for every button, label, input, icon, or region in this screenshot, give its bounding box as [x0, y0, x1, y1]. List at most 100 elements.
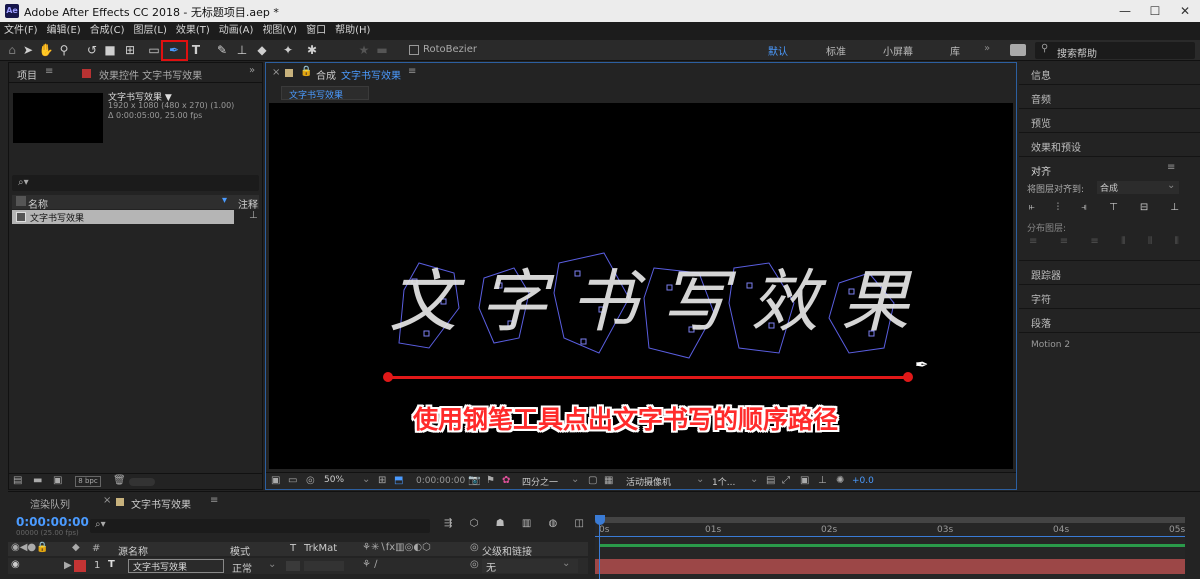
pan-behind-tool-icon[interactable]: ⊞ [122, 42, 138, 58]
zoom-dropdown[interactable]: 50% [324, 475, 344, 485]
preserve-transparency-box[interactable] [286, 561, 300, 571]
menu-effect[interactable]: 效果(T) [176, 22, 210, 40]
time-ruler-area[interactable]: 0s 01s 02s 03s 04s 05s [595, 515, 1185, 579]
trash-icon[interactable]: 🗑 [113, 475, 126, 486]
type-tool-icon[interactable]: T [188, 42, 204, 58]
views-chevron-icon[interactable]: ⌄ [750, 474, 758, 485]
layer-mode[interactable]: 正常 [232, 560, 252, 575]
timeline-menu-icon[interactable]: ≡ [210, 495, 218, 506]
hand-tool-icon[interactable]: ✋ [38, 42, 54, 58]
playhead-handle[interactable] [595, 515, 605, 525]
column-trkmat[interactable]: TrkMat [304, 543, 337, 554]
monitor-icon[interactable]: ▭ [288, 475, 297, 486]
timeline-search-input[interactable]: ⌕▾ [90, 519, 430, 533]
menu-layer[interactable]: 图层(L) [133, 22, 166, 40]
close-timeline-tab-icon[interactable]: × [103, 495, 111, 506]
brush-tool-icon[interactable]: ✎ [214, 42, 230, 58]
views-dropdown[interactable]: 1个... [712, 475, 735, 488]
camera-tool-icon[interactable]: ■ [102, 42, 118, 58]
layer-row[interactable]: ◉ ▶ 1 T 文字书写效果 正常 ⌄ ⚘ ∕ ◎ 无 ⌄ [8, 558, 588, 575]
distribute-top-icon[interactable]: ≡ [1029, 236, 1037, 250]
motion-blur-icon[interactable]: ◍ [549, 518, 558, 532]
fit-icon[interactable]: ⊞ [378, 475, 386, 486]
frame-blending-icon[interactable]: ▥ [522, 518, 531, 532]
minimize-icon[interactable]: — [1110, 0, 1140, 22]
lock-icon[interactable]: 🔒 [300, 66, 312, 77]
region-of-interest-icon[interactable]: ▢ [588, 475, 597, 486]
workspace-standard[interactable]: 标准 [826, 43, 846, 58]
sort-arrow-icon[interactable]: ▾ [222, 195, 227, 206]
workspace-library[interactable]: 库 [950, 43, 960, 58]
search-help-box[interactable]: ⚲ 搜索帮助 [1035, 42, 1195, 60]
work-area-bar[interactable] [595, 517, 1185, 523]
rotobezier-checkbox[interactable] [409, 45, 419, 55]
menu-edit[interactable]: 编辑(E) [47, 22, 81, 40]
resolution-chevron-icon[interactable]: ⌄ [571, 474, 579, 485]
rotate-tool-icon[interactable]: ↺ [84, 42, 100, 58]
resolution-dropdown[interactable]: 四分之一 [522, 475, 558, 488]
column-mode[interactable]: 模式 [230, 543, 250, 558]
align-top-icon[interactable]: ⊤ [1109, 202, 1118, 216]
menu-file[interactable]: 文件(F) [4, 22, 38, 40]
thumbnail-slider[interactable] [129, 478, 155, 486]
snapshot-icon[interactable]: 📷 [468, 475, 480, 486]
tab-effect-controls[interactable]: 效果控件 文字书写效果 [99, 67, 202, 82]
panel-motion2[interactable]: Motion 2 [1031, 340, 1070, 350]
mask-visibility-icon[interactable]: ⬒ [394, 475, 403, 486]
maximize-icon[interactable]: ☐ [1140, 0, 1170, 22]
column-t[interactable]: T [290, 543, 296, 554]
exposure-value[interactable]: +0.0 [852, 476, 874, 486]
column-parent[interactable]: 父级和链接 [482, 543, 532, 558]
comp-breadcrumb[interactable]: 文字书写效果 [281, 86, 369, 101]
menu-window[interactable]: 窗口 [306, 22, 326, 40]
zoom-chevron-icon[interactable]: ⌄ [362, 474, 370, 485]
panel-character[interactable]: 字符 [1031, 291, 1051, 306]
toggle-pixel-icon[interactable]: ▤ [766, 475, 775, 486]
layer-switches-icon[interactable]: ⚘ ∕ [362, 559, 378, 570]
fast-preview-icon[interactable]: ⤢ [782, 475, 790, 486]
parent-dropdown[interactable]: 无 ⌄ [482, 558, 578, 574]
vr-icon[interactable]: ◎ [306, 475, 315, 486]
comp-menu-icon[interactable]: ≡ [408, 66, 416, 77]
comp-tab-title[interactable]: 文字书写效果 [341, 67, 401, 82]
layer-visibility-icon[interactable]: ◉ [11, 559, 20, 570]
layer-color-label[interactable] [74, 560, 86, 572]
always-preview-icon[interactable]: ▣ [271, 475, 280, 486]
menu-view[interactable]: 视图(V) [262, 22, 297, 40]
pen-tool-icon[interactable]: ✒ [166, 42, 182, 58]
panel-expand-icon[interactable]: » [249, 65, 255, 76]
home-icon[interactable]: ⌂ [4, 42, 20, 58]
footer-timecode[interactable]: 0:00:00:00 [416, 476, 465, 486]
project-search-input[interactable]: ⌕▾ [12, 175, 259, 191]
panel-effects-presets[interactable]: 效果和预设 [1031, 139, 1081, 154]
rectangle-tool-icon[interactable]: ▭ [146, 42, 162, 58]
channel-icon[interactable]: ✿ [502, 475, 510, 486]
show-snapshot-icon[interactable]: ⚑ [486, 475, 495, 486]
column-name[interactable]: 名称 [28, 196, 48, 211]
menu-composition[interactable]: 合成(C) [90, 22, 125, 40]
draft-3d-icon[interactable]: ⬡ [470, 518, 479, 532]
panel-preview[interactable]: 预览 [1031, 115, 1051, 130]
trkmat-box[interactable] [304, 561, 344, 571]
current-timecode[interactable]: 0:00:00:00 [16, 515, 89, 529]
mode-chevron-icon[interactable]: ⌄ [268, 559, 276, 570]
align-menu-icon[interactable]: ≡ [1167, 162, 1175, 173]
panel-tracker[interactable]: 跟踪器 [1031, 267, 1061, 282]
camera-chevron-icon[interactable]: ⌄ [696, 474, 704, 485]
graph-editor-icon[interactable]: ◫ [575, 518, 584, 532]
distribute-hcenter-icon[interactable]: ⦀ [1148, 236, 1152, 250]
workspace-default[interactable]: 默认 [768, 43, 788, 58]
puppet-tool-icon[interactable]: ✱ [304, 42, 320, 58]
column-comment[interactable]: 注释 [238, 196, 258, 211]
align-right-icon[interactable]: ⫣ [1081, 202, 1087, 216]
distribute-left-icon[interactable]: ⦀ [1121, 236, 1125, 250]
zoom-tool-icon[interactable]: ⚲ [56, 42, 72, 58]
comp-flowchart-icon[interactable]: ⇶ [444, 518, 452, 532]
tab-project[interactable]: 项目 [17, 67, 37, 82]
workspace-more-icon[interactable]: » [984, 43, 990, 54]
column-source-name[interactable]: 源名称 [118, 543, 148, 558]
flowchart-view-icon[interactable]: ⊥ [818, 475, 827, 486]
shy-icon[interactable]: ☗ [496, 518, 505, 532]
transparency-grid-icon[interactable]: ▦ [604, 475, 613, 486]
camera-dropdown[interactable]: 活动摄像机 [626, 475, 671, 488]
